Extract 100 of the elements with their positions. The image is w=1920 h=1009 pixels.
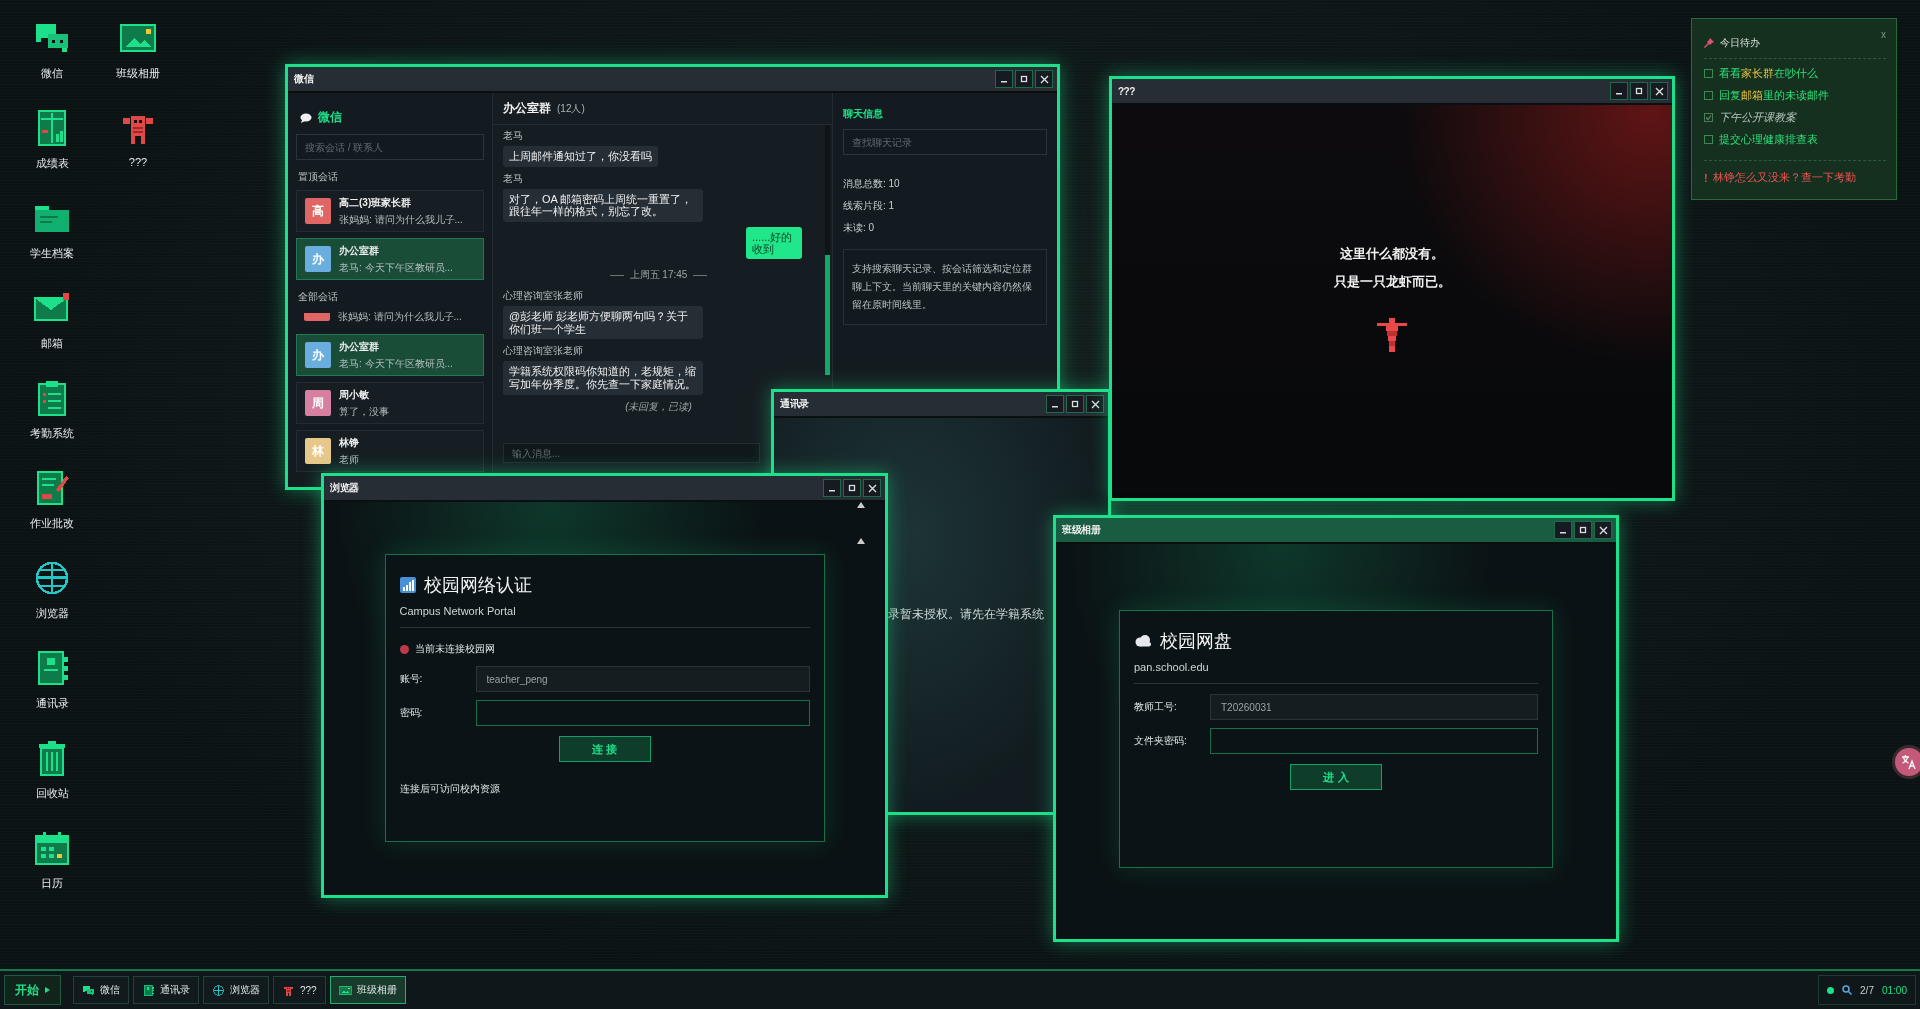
desktop-shortcut[interactable]: 回收站 (10, 738, 94, 828)
close-button[interactable] (863, 479, 881, 497)
shortcut-label: 回收站 (35, 786, 69, 801)
avatar: 周 (305, 390, 331, 416)
submit-button[interactable]: 连 接 (558, 736, 651, 762)
window-title: ??? (1118, 85, 1135, 97)
member-count: (12人) (557, 101, 585, 116)
minimize-button[interactable] (995, 70, 1013, 88)
taskbar-item[interactable]: 班级相册 (329, 976, 406, 1004)
taskbar-item[interactable]: 微信 (73, 976, 129, 1004)
stat-text: 未读: 0 (843, 221, 876, 235)
desktop-shortcut[interactable]: 学生档案 (10, 198, 94, 288)
scrollbar-thumb[interactable] (825, 255, 830, 375)
panel-heading: 聊天信息 (843, 107, 884, 121)
conversation-preview: 张妈妈: 请问为什么我儿子... (339, 212, 463, 227)
taskbar-item[interactable]: 通讯录 (133, 976, 199, 1004)
desktop-shortcut[interactable]: 微信 (10, 18, 94, 108)
title-bar[interactable]: 微信 (288, 67, 1057, 93)
maximize-button[interactable] (1015, 70, 1033, 88)
desktop-shortcut[interactable]: 邮箱 (10, 288, 94, 378)
desktop-shortcut[interactable]: 班级相册 (96, 18, 180, 108)
input-field[interactable]: teacher_peng (475, 666, 810, 692)
window-title: 通讯录 (780, 397, 809, 411)
field-label: 教师工号: (1134, 700, 1178, 714)
minimize-button[interactable] (823, 479, 841, 497)
taskbar-item[interactable]: ??? (273, 976, 326, 1004)
time-divider: 上周五 17:45 (609, 268, 708, 283)
portal-subtitle: pan.school.edu (1134, 661, 1538, 684)
section-heading: 全部会话 (297, 290, 339, 304)
shortcut-label: 微信 (41, 66, 63, 81)
alert-mark: ! (1704, 172, 1708, 184)
field-label: 文件夹密码: (1134, 734, 1188, 748)
conversation-preview: 老马: 今天下午区教研员... (339, 260, 453, 275)
minimize-button[interactable] (1554, 521, 1572, 539)
input-field[interactable] (1210, 728, 1538, 754)
shortcut-label: 日历 (41, 876, 63, 891)
minimize-button[interactable] (1046, 395, 1064, 413)
taskbar-item[interactable]: 浏览器 (203, 976, 269, 1004)
search-field[interactable]: 搜索会话 / 联系人 (296, 134, 484, 160)
chat-bubbles-icon (82, 983, 95, 997)
message-input[interactable]: 输入消息... (503, 443, 760, 463)
desktop-shortcut[interactable]: 作业批改 (10, 468, 94, 558)
maximize-icon (1071, 400, 1079, 408)
sent-message-bubble: ......好的收到 (746, 226, 802, 260)
translate-button[interactable] (1892, 745, 1920, 779)
close-icon (1654, 86, 1664, 96)
checkbox[interactable] (1704, 91, 1713, 100)
shortcut-label: 邮箱 (41, 336, 63, 351)
minimize-button[interactable] (1610, 82, 1628, 100)
conversation-item[interactable]: 高 高二(3)班家长群 张妈妈: 请问为什么我儿子... (296, 190, 484, 232)
section-heading: 置顶会话 (297, 170, 339, 184)
shortcut-label: 浏览器 (35, 606, 69, 621)
conversation-name: 高二(3)班家长群 (339, 195, 413, 210)
submit-button[interactable]: 进 入 (1290, 764, 1382, 790)
field-label: 账号: (399, 672, 424, 686)
conversation-name: 林铮 (339, 435, 359, 450)
close-button[interactable] (1650, 82, 1668, 100)
search-field[interactable]: 查找聊天记录 (843, 129, 1047, 155)
desktop-shortcut[interactable]: 日历 (10, 828, 94, 918)
maximize-button[interactable] (1066, 395, 1084, 413)
page-counter: 2/7 (1860, 984, 1874, 996)
desktop-shortcut[interactable]: 考勤系统 (10, 378, 94, 468)
maximize-button[interactable] (1630, 82, 1648, 100)
maximize-button[interactable] (1574, 521, 1592, 539)
input-field[interactable]: T20260031 (1210, 694, 1538, 720)
checkbox[interactable] (1704, 69, 1713, 78)
start-button[interactable]: 开始 (4, 975, 61, 1005)
title-bar[interactable]: 班级相册 (1056, 518, 1616, 544)
lobster-icon (1377, 315, 1407, 353)
field-label: 密码: (399, 706, 424, 720)
close-icon (1598, 525, 1608, 535)
maximize-button[interactable] (843, 479, 861, 497)
conversation-item[interactable]: 办 办公室群 老马: 今天下午区教研员... (296, 238, 484, 280)
maximize-icon (1020, 75, 1028, 83)
title-bar[interactable]: 浏览器 (324, 476, 885, 502)
close-button[interactable]: x (1881, 29, 1886, 40)
conversation-item[interactable]: 林 林铮 老师 (296, 430, 484, 472)
title-bar[interactable]: 通讯录 (774, 392, 1108, 418)
search-icon[interactable] (1842, 985, 1853, 995)
checkbox[interactable] (1704, 135, 1713, 144)
close-button[interactable] (1086, 395, 1104, 413)
avatar: 林 (305, 438, 331, 464)
close-button[interactable] (1594, 521, 1612, 539)
conversation-item[interactable]: 周 周小敏 算了，没事 (296, 382, 484, 424)
avatar: 办 (305, 246, 331, 272)
message-text: 这里什么都没有。 (1340, 245, 1444, 263)
checkbox[interactable] (1704, 113, 1713, 122)
conversation-item[interactable]: 办 办公室群 老马: 今天下午区教研员... (296, 334, 484, 376)
info-note: 支持搜索聊天记录、按会话筛选和定位群聊上下文。当前聊天里的关键内容仍然保留在原时间线里。 (843, 249, 1047, 325)
sender-name: 心理咨询室张老师 (503, 344, 584, 359)
desktop-shortcut[interactable]: ??? (96, 108, 180, 198)
desktop-shortcut[interactable]: 浏览器 (10, 558, 94, 648)
desktop-shortcut[interactable]: 成绩表 (10, 108, 94, 198)
alert-text: 林铮怎么又没来？查一下考勤 (1712, 171, 1856, 185)
close-button[interactable] (1035, 70, 1053, 88)
input-field[interactable] (475, 700, 810, 726)
scroll-up-icon[interactable] (857, 538, 865, 544)
desktop-shortcut[interactable]: 通讯录 (10, 648, 94, 738)
conversation-preview: 老师 (339, 452, 359, 467)
title-bar[interactable]: ??? (1112, 79, 1672, 105)
